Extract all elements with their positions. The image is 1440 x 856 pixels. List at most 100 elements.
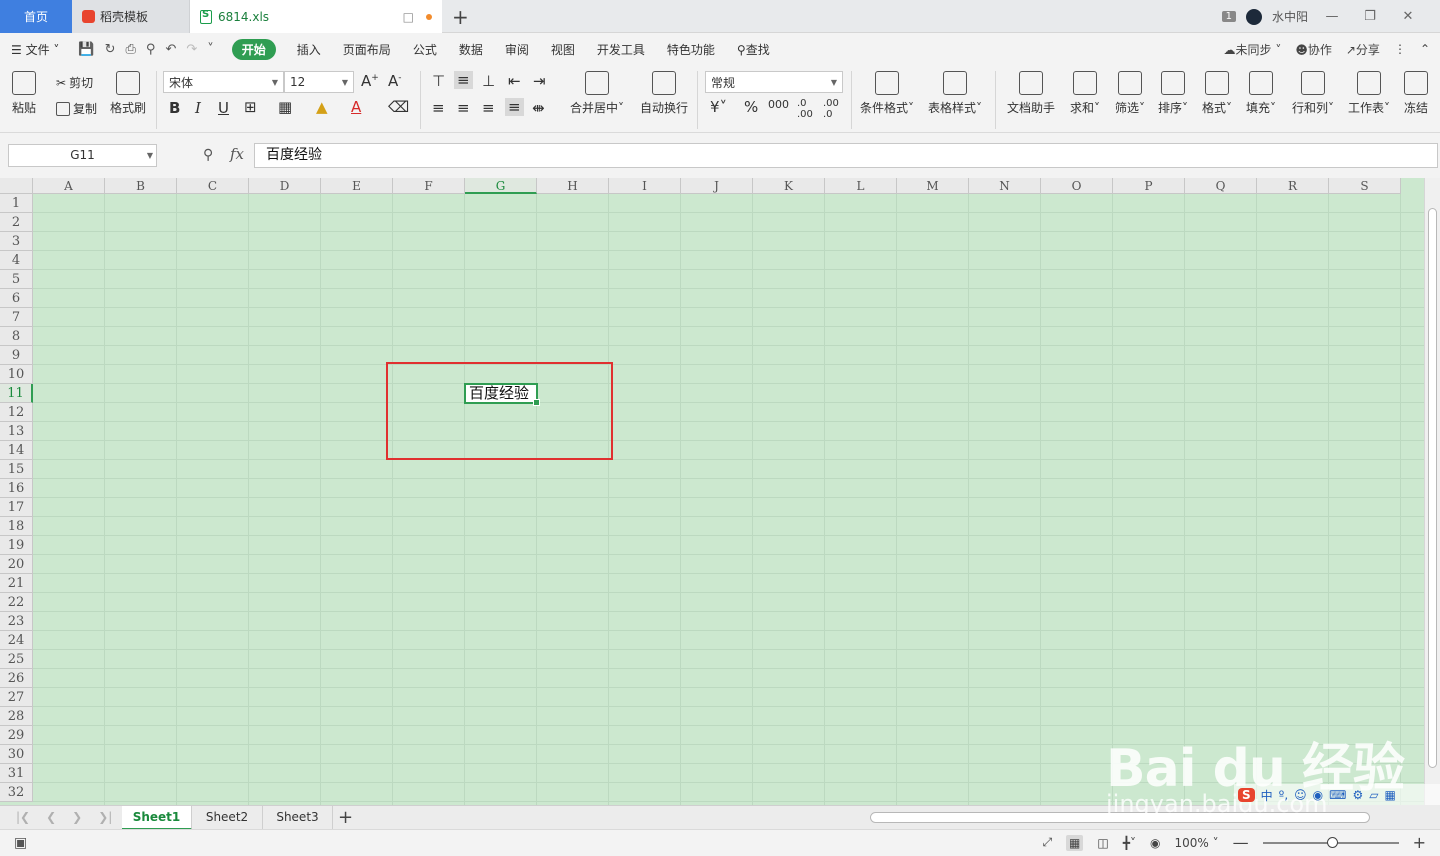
print-icon[interactable]: ⎙ — [126, 42, 136, 57]
row-header[interactable]: 28 — [0, 707, 33, 726]
thousands-icon[interactable]: 000 — [768, 98, 789, 111]
row-header[interactable]: 24 — [0, 631, 33, 650]
tab-data[interactable]: 数据 — [448, 41, 494, 58]
align-top-icon[interactable]: ⊤ — [432, 72, 445, 90]
copy-button[interactable]: 复制 — [56, 100, 97, 117]
paste-button[interactable]: 粘贴 — [12, 71, 36, 116]
row-header[interactable]: 2 — [0, 213, 33, 232]
sheet-tab-1[interactable]: Sheet1 — [122, 806, 192, 830]
row-header[interactable]: 31 — [0, 764, 33, 783]
vertical-scrollbar[interactable] — [1424, 178, 1440, 805]
row-header[interactable]: 13 — [0, 422, 33, 441]
tab-daoke-templates[interactable]: 稻壳模板 — [72, 0, 190, 33]
font-name-select[interactable]: 宋体 ▼ — [163, 71, 284, 93]
percent-icon[interactable]: % — [744, 98, 758, 116]
align-left-icon[interactable]: ≡ — [432, 99, 445, 117]
bold-icon[interactable]: B — [169, 99, 180, 117]
row-header[interactable]: 11 — [0, 384, 33, 403]
row-header[interactable]: 3 — [0, 232, 33, 251]
user-name[interactable]: 水中阳 — [1272, 8, 1308, 25]
vertical-scroll-thumb[interactable] — [1428, 208, 1437, 768]
tab-insert[interactable]: 插入 — [286, 41, 332, 58]
close-icon[interactable]: ✕ — [1394, 9, 1422, 24]
print-preview-icon[interactable]: ⚲ — [146, 42, 156, 57]
row-header[interactable]: 29 — [0, 726, 33, 745]
currency-icon[interactable]: ¥˅ — [710, 98, 727, 116]
horizontal-scroll-thumb[interactable] — [870, 812, 1370, 823]
filter-button[interactable]: 筛选˅ — [1115, 71, 1145, 116]
reading-mode-icon[interactable]: ╋˅ — [1123, 836, 1136, 850]
table-style-button[interactable]: 表格样式˅ — [928, 71, 982, 116]
normal-view-icon[interactable]: ▦ — [1066, 834, 1084, 851]
column-header[interactable]: L — [825, 178, 897, 194]
fill-pattern-icon[interactable]: ▦ — [278, 98, 292, 116]
fx-button[interactable]: fx — [230, 145, 244, 163]
sync-button[interactable]: ☁未同步 ˅ — [1223, 41, 1281, 58]
fill-button[interactable]: 填充˅ — [1246, 71, 1276, 116]
column-header[interactable]: N — [969, 178, 1041, 194]
indent-decrease-icon[interactable]: ⇤ — [508, 72, 521, 90]
increase-font-icon[interactable]: A+ — [361, 72, 379, 90]
first-sheet-icon[interactable]: |❮ — [16, 810, 30, 824]
justify-icon[interactable]: ≡ — [505, 98, 524, 116]
format-painter-button[interactable]: 格式刷 — [110, 71, 146, 116]
doc-assistant-button[interactable]: 文档助手 — [1007, 71, 1055, 116]
spreadsheet-grid[interactable]: ABCDEFGHIJKLMNOPQRS 1 2 3 4 5 6 7 8 9 10 11 12 13 14 1… — [0, 178, 1424, 805]
save-icon[interactable]: 💾 — [78, 42, 94, 57]
row-header[interactable]: 18 — [0, 517, 33, 536]
worksheet-button[interactable]: 工作表˅ — [1348, 71, 1390, 116]
sheet-tab-3[interactable]: Sheet3 — [263, 806, 333, 830]
tab-document[interactable]: 6814.xls □ — [190, 0, 442, 33]
row-header[interactable]: 17 — [0, 498, 33, 517]
column-header[interactable]: O — [1041, 178, 1113, 194]
column-header[interactable]: H — [537, 178, 609, 194]
fill-color-icon[interactable]: ▲ — [316, 98, 328, 116]
tab-special[interactable]: 特色功能 — [656, 41, 726, 58]
sort-button[interactable]: 排序˅ — [1158, 71, 1188, 116]
monitor-icon[interactable]: □ — [403, 10, 414, 24]
row-header[interactable]: 21 — [0, 574, 33, 593]
column-header[interactable]: Q — [1185, 178, 1257, 194]
row-header[interactable]: 32 — [0, 783, 33, 802]
distribute-icon[interactable]: ⇼ — [532, 99, 545, 117]
row-header[interactable]: 5 — [0, 270, 33, 289]
column-header[interactable]: F — [393, 178, 465, 194]
formula-input[interactable]: 百度经验 — [254, 143, 1438, 168]
row-header[interactable]: 14 — [0, 441, 33, 460]
tab-formulas[interactable]: 公式 — [402, 41, 448, 58]
redo-icon[interactable]: ↷ — [186, 42, 197, 57]
conditional-format-button[interactable]: 条件格式˅ — [860, 71, 914, 116]
ime-chinese-mode[interactable]: 中 — [1261, 787, 1273, 804]
skin-icon[interactable]: ▱ — [1369, 788, 1378, 802]
row-header[interactable]: 30 — [0, 745, 33, 764]
align-center-icon[interactable]: ≡ — [457, 99, 470, 117]
next-sheet-icon[interactable]: ❯ — [72, 810, 82, 824]
collab-button[interactable]: ☻协作 — [1295, 41, 1332, 58]
indent-increase-icon[interactable]: ⇥ — [533, 72, 546, 90]
select-all-corner[interactable] — [0, 178, 33, 194]
horizontal-scrollbar[interactable] — [856, 811, 1406, 825]
row-header[interactable]: 15 — [0, 460, 33, 479]
font-size-select[interactable]: 12 ▼ — [284, 71, 354, 93]
align-bottom-icon[interactable]: ⊥ — [482, 72, 495, 90]
font-color-icon[interactable]: A — [351, 98, 361, 116]
row-header[interactable]: 8 — [0, 327, 33, 346]
column-header[interactable]: K — [753, 178, 825, 194]
zoom-in-icon[interactable]: + — [1413, 833, 1426, 852]
prev-sheet-icon[interactable]: ❮ — [46, 810, 56, 824]
increase-decimal-icon[interactable]: .0.00 — [797, 98, 813, 120]
sogou-ime-icon[interactable]: S — [1238, 788, 1255, 802]
column-header[interactable]: G — [465, 178, 537, 194]
add-sheet-icon[interactable]: + — [338, 807, 353, 828]
tab-review[interactable]: 审阅 — [494, 41, 540, 58]
row-header[interactable]: 9 — [0, 346, 33, 365]
row-header[interactable]: 16 — [0, 479, 33, 498]
macro-icon[interactable]: ▣ — [14, 835, 27, 851]
italic-icon[interactable]: I — [195, 99, 201, 117]
row-header[interactable]: 10 — [0, 365, 33, 384]
tab-view[interactable]: 视图 — [540, 41, 586, 58]
column-header[interactable]: P — [1113, 178, 1185, 194]
more-options-icon[interactable]: ⋮ — [1394, 42, 1406, 56]
row-header[interactable]: 4 — [0, 251, 33, 270]
ime-toolbar[interactable]: S 中 º, ☺ ◉ ⌨ ⚙ ▱ ▦ — [1234, 784, 1440, 806]
